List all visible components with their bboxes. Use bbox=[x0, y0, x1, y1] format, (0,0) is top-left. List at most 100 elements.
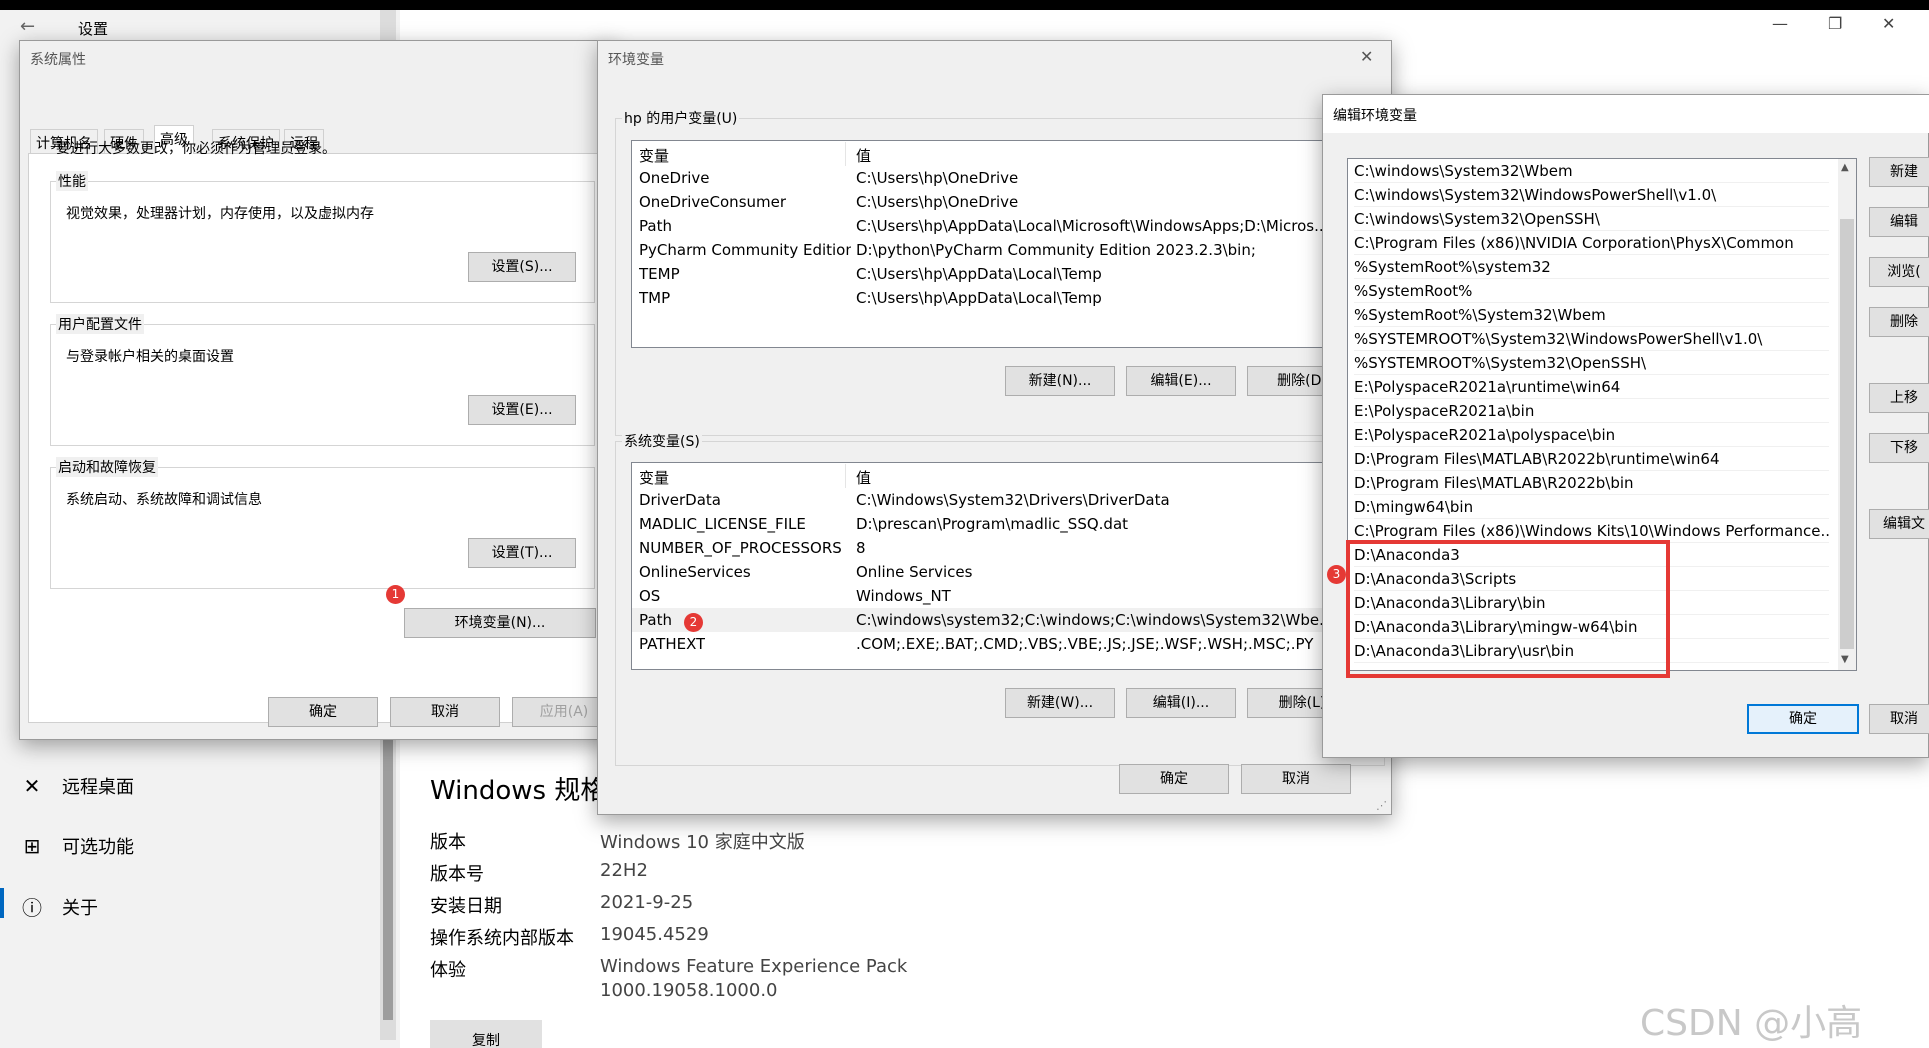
watermark: CSDN @小高here bbox=[1640, 1003, 1863, 1048]
windows-spec-title: Windows 规格 bbox=[430, 776, 607, 806]
system-edit-button[interactable]: 编辑(I)... bbox=[1126, 688, 1236, 718]
resize-grip-icon[interactable]: ⋰ bbox=[1376, 799, 1387, 812]
browse-button[interactable]: 浏览( bbox=[1869, 257, 1929, 287]
list-item[interactable]: C:\windows\System32\WindowsPowerShell\v1… bbox=[1354, 183, 1829, 207]
spec-value: 2021-9-25 bbox=[600, 892, 694, 913]
table-row[interactable]: OneDrive C:\Users\hp\OneDrive bbox=[632, 166, 1384, 190]
list-item[interactable]: E:\PolyspaceR2021a\polyspace\bin bbox=[1354, 423, 1829, 447]
list-scrollbar-thumb[interactable] bbox=[1840, 219, 1854, 649]
nav-item-remote-desktop[interactable]: ✕ 远程桌面 bbox=[20, 773, 134, 799]
list-item[interactable]: %SYSTEMROOT%\System32\WindowsPowerShell\… bbox=[1354, 327, 1829, 351]
performance-settings-button[interactable]: 设置(S)... bbox=[468, 252, 576, 282]
table-row[interactable]: DriverData C:\Windows\System32\Drivers\D… bbox=[632, 488, 1384, 512]
info-icon: ⓘ bbox=[22, 896, 42, 920]
scroll-down-icon[interactable]: ▼ bbox=[1841, 654, 1849, 665]
edit-text-button[interactable]: 编辑文 bbox=[1869, 509, 1929, 539]
move-down-button[interactable]: 下移 bbox=[1869, 433, 1929, 463]
performance-label: 性能 bbox=[56, 171, 88, 191]
list-item[interactable]: E:\PolyspaceR2021a\bin bbox=[1354, 399, 1829, 423]
system-variables-label: 系统变量(S) bbox=[622, 431, 702, 451]
settings-scrollbar-thumb[interactable] bbox=[383, 700, 393, 1020]
ok-button[interactable]: 确定 bbox=[268, 697, 378, 727]
list-item[interactable]: %SYSTEMROOT%\System32\OpenSSH\ bbox=[1354, 351, 1829, 375]
column-header-variable[interactable]: 变量 bbox=[639, 467, 669, 488]
var-value: C:\windows\system32;C:\windows;C:\window… bbox=[856, 611, 1334, 629]
table-row[interactable]: PATHEXT .COM;.EXE;.BAT;.CMD;.VBS;.VBE;.J… bbox=[632, 632, 1384, 656]
delete-button[interactable]: 删除 bbox=[1869, 307, 1929, 337]
user-variables-list[interactable]: 变量 值 OneDrive C:\Users\hp\OneDrive OneDr… bbox=[631, 140, 1385, 348]
nav-item-optional-features[interactable]: ⊞ 可选功能 bbox=[20, 833, 134, 859]
spec-label: 版本 bbox=[430, 832, 466, 853]
table-row[interactable]: NUMBER_OF_PROCESSORS 8 bbox=[632, 536, 1384, 560]
remote-desktop-icon: ✕ bbox=[23, 774, 41, 798]
ok-button[interactable]: 确定 bbox=[1119, 764, 1229, 794]
table-row[interactable]: Path C:\Users\hp\AppData\Local\Microsoft… bbox=[632, 214, 1384, 238]
var-name: NUMBER_OF_PROCESSORS bbox=[639, 539, 842, 557]
column-separator bbox=[845, 142, 846, 166]
list-item[interactable]: %SystemRoot%\system32 bbox=[1354, 255, 1829, 279]
list-header: 变量 值 bbox=[632, 464, 1384, 488]
spec-experience-version: 1000.19058.1000.0 bbox=[600, 980, 778, 1001]
table-row-path-selected[interactable]: Path C:\windows\system32;C:\windows;C:\w… bbox=[632, 608, 1384, 632]
nav-item-about[interactable]: ⓘ 关于 bbox=[20, 892, 98, 921]
spec-label: 操作系统内部版本 bbox=[430, 928, 574, 949]
list-item[interactable]: D:\Program Files\MATLAB\R2022b\runtime\w… bbox=[1354, 447, 1829, 471]
settings-title: 设置 bbox=[78, 20, 109, 38]
table-row[interactable]: PyCharm Community Edition D:\python\PyCh… bbox=[632, 238, 1384, 262]
column-header-value[interactable]: 值 bbox=[856, 145, 871, 166]
list-item[interactable]: C:\Program Files (x86)\NVIDIA Corporatio… bbox=[1354, 231, 1829, 255]
cancel-button[interactable]: 取消 bbox=[1241, 764, 1351, 794]
list-item[interactable]: C:\windows\System32\Wbem bbox=[1354, 159, 1829, 183]
list-item[interactable]: C:\windows\System32\OpenSSH\ bbox=[1354, 207, 1829, 231]
edit-button[interactable]: 编辑 bbox=[1869, 207, 1929, 237]
minimize-icon[interactable]: — bbox=[1772, 14, 1788, 33]
var-name: TMP bbox=[639, 289, 671, 307]
maximize-icon[interactable]: ❐ bbox=[1828, 14, 1842, 33]
list-item[interactable]: D:\mingw64\bin bbox=[1354, 495, 1829, 519]
table-row[interactable]: TEMP C:\Users\hp\AppData\Local\Temp bbox=[632, 262, 1384, 286]
list-item[interactable]: E:\PolyspaceR2021a\runtime\win64 bbox=[1354, 375, 1829, 399]
user-edit-button[interactable]: 编辑(E)... bbox=[1126, 366, 1236, 396]
user-new-button[interactable]: 新建(N)... bbox=[1005, 366, 1115, 396]
scroll-up-icon[interactable]: ▲ bbox=[1841, 162, 1849, 173]
spec-value: Windows Feature Experience Pack bbox=[600, 956, 908, 977]
admin-note: 要进行大多数更改，你必须作为管理员登录。 bbox=[56, 141, 336, 157]
spec-label: 安装日期 bbox=[430, 896, 502, 917]
cancel-button[interactable]: 取消 bbox=[390, 697, 500, 727]
new-button[interactable]: 新建 bbox=[1869, 157, 1929, 187]
list-item[interactable]: %SystemRoot%\System32\Wbem bbox=[1354, 303, 1829, 327]
edit-environment-variable-dialog: 编辑环境变量 C:\windows\System32\Wbem C:\windo… bbox=[1322, 94, 1929, 758]
list-item[interactable]: D:\Program Files\MATLAB\R2022b\bin bbox=[1354, 471, 1829, 495]
table-row[interactable]: OnlineServices Online Services bbox=[632, 560, 1384, 584]
back-arrow-icon[interactable]: ← bbox=[20, 16, 35, 37]
var-name: OnlineServices bbox=[639, 563, 751, 581]
close-icon[interactable]: ✕ bbox=[1360, 47, 1373, 66]
column-header-variable[interactable]: 变量 bbox=[639, 145, 669, 166]
var-name: Path bbox=[639, 217, 672, 235]
startup-settings-button[interactable]: 设置(T)... bbox=[468, 538, 576, 568]
spec-value: 22H2 bbox=[600, 860, 648, 881]
user-profile-settings-button[interactable]: 设置(E)... bbox=[468, 395, 576, 425]
cancel-button[interactable]: 取消 bbox=[1869, 704, 1929, 734]
var-name: MADLIC_LICENSE_FILE bbox=[639, 515, 806, 533]
table-row[interactable]: MADLIC_LICENSE_FILE D:\prescan\Program\m… bbox=[632, 512, 1384, 536]
var-name: PyCharm Community Edition bbox=[639, 241, 851, 259]
list-item[interactable]: %SystemRoot% bbox=[1354, 279, 1829, 303]
system-new-button[interactable]: 新建(W)... bbox=[1005, 688, 1115, 718]
nav-label: 可选功能 bbox=[62, 837, 134, 858]
close-icon[interactable]: ✕ bbox=[1882, 14, 1895, 33]
nav-label: 关于 bbox=[62, 897, 98, 919]
environment-variables-button[interactable]: 环境变量(N)... bbox=[404, 608, 596, 638]
dialog-title: 系统属性 bbox=[30, 52, 86, 68]
table-row[interactable]: TMP C:\Users\hp\AppData\Local\Temp bbox=[632, 286, 1384, 310]
var-value: C:\Users\hp\AppData\Local\Microsoft\Wind… bbox=[856, 217, 1329, 235]
ok-button[interactable]: 确定 bbox=[1747, 704, 1859, 734]
user-profile-group bbox=[50, 324, 595, 446]
spec-label: 版本号 bbox=[430, 864, 484, 885]
table-row[interactable]: OneDriveConsumer C:\Users\hp\OneDrive bbox=[632, 190, 1384, 214]
copy-button[interactable]: 复制 bbox=[430, 1020, 542, 1048]
move-up-button[interactable]: 上移 bbox=[1869, 383, 1929, 413]
column-header-value[interactable]: 值 bbox=[856, 467, 871, 488]
table-row[interactable]: OS Windows_NT bbox=[632, 584, 1384, 608]
system-variables-list[interactable]: 变量 值 DriverData C:\Windows\System32\Driv… bbox=[631, 462, 1385, 670]
